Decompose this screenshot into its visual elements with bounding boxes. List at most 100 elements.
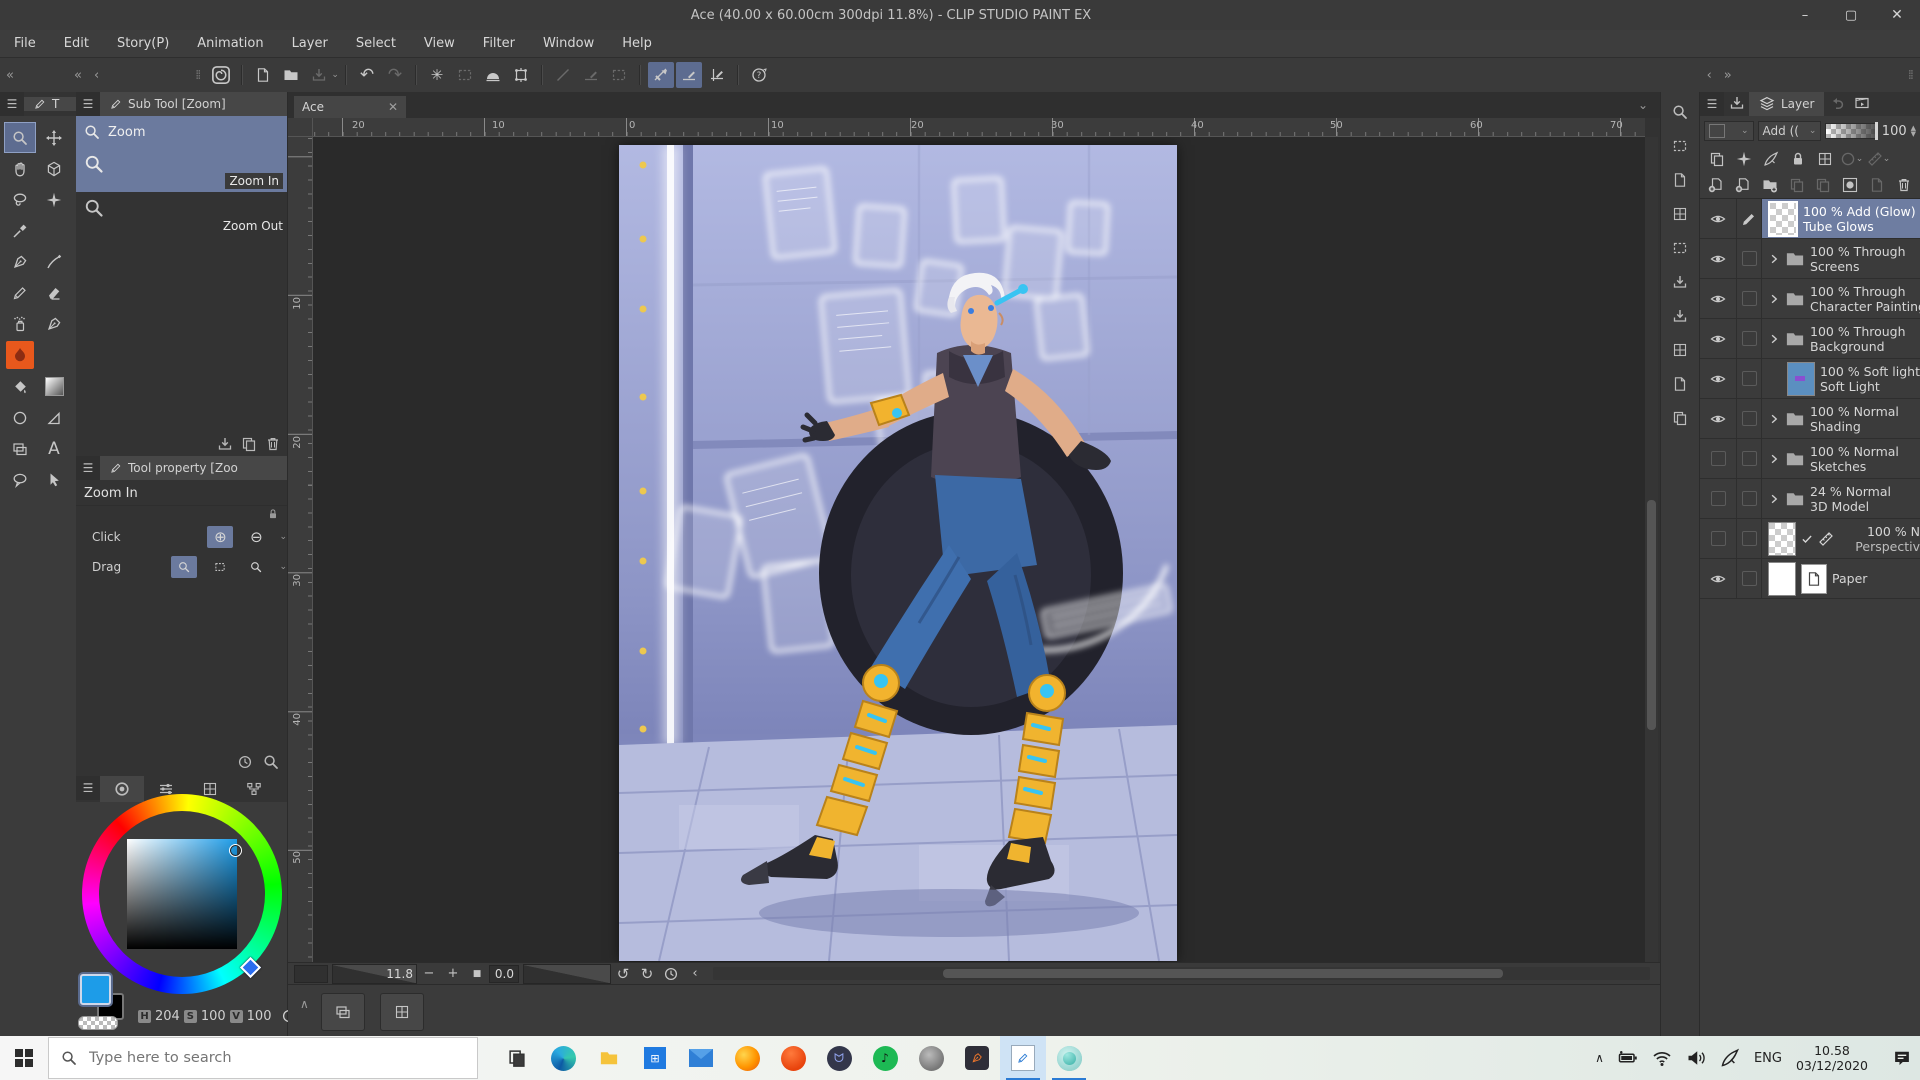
layer-panel-menu-icon[interactable]: ☰ [1700,92,1724,116]
undo-button[interactable]: ↶ [354,62,380,88]
folder-expand-icon[interactable] [1768,413,1780,425]
animation-icon[interactable] [1849,92,1874,114]
frame-border-tool[interactable] [4,433,36,464]
history-palette-icon[interactable] [1670,238,1690,258]
layer-row-tube-glows[interactable]: 100 % Add (Glow)Tube Glows [1700,199,1920,239]
search-input[interactable] [87,1049,421,1067]
snap-to-special-ruler-button[interactable] [676,62,702,88]
start-button[interactable] [0,1036,48,1080]
rotate-slider[interactable] [523,964,611,984]
transform-button[interactable] [508,62,534,88]
folder-expand-icon[interactable] [1768,293,1780,305]
layer-undo-icon[interactable] [1824,92,1849,114]
delete-button[interactable]: ✳ [424,62,450,88]
pen-tool[interactable] [4,246,36,277]
strip-collapse-icon[interactable]: ∧ [300,997,309,1011]
layer-visibility-toggle[interactable] [1700,239,1737,278]
mail-icon[interactable] [678,1036,724,1080]
zoom-in-mode-button[interactable]: ⊕ [207,526,233,548]
canvas-horizontal-scrollbar[interactable] [713,967,1650,980]
taskbar-search[interactable] [48,1037,478,1079]
clip-studio-paint-active-icon[interactable] [1000,1036,1046,1080]
sub-tool-item-zoom-in[interactable]: Zoom In [76,148,287,192]
menu-animation[interactable]: Animation [197,36,263,51]
layer-search-icon[interactable] [1724,92,1749,114]
panel-back-icon[interactable]: ‹ [88,68,105,83]
transparent-color-swatch[interactable] [78,1016,118,1030]
hand-tool[interactable] [4,153,36,184]
rotate-right-icon[interactable]: ↻ [635,965,659,983]
lock-icon[interactable] [267,508,279,520]
microsoft-store-icon[interactable]: ⊞ [632,1036,678,1080]
color-wheel-tab[interactable] [100,776,144,802]
merge-down-icon[interactable] [1811,174,1836,196]
color-set-palette-icon[interactable] [1670,340,1690,360]
lock-transparent-pixels-icon[interactable] [1812,148,1837,170]
pen-settings-icon[interactable] [1720,1048,1740,1068]
color-panel-menu-icon[interactable]: ☰ [76,776,100,800]
toolbar-drag-handle[interactable]: ⁞⁞ [195,68,199,83]
reset-rotation-icon[interactable] [659,965,683,983]
canvas-vertical-scrollbar[interactable] [1645,137,1658,962]
eyedropper-tool[interactable] [4,215,36,246]
polyline-tool[interactable] [38,402,70,433]
layer-checkbox[interactable] [1737,479,1762,518]
brave-icon[interactable] [770,1036,816,1080]
foreground-color-swatch[interactable] [80,974,111,1005]
folder-expand-icon[interactable] [1768,253,1780,265]
folder-expand-icon[interactable] [1768,333,1780,345]
drag-zoom-button[interactable] [171,556,197,578]
menu-story[interactable]: Story(P) [117,36,169,51]
tool-property-menu-icon[interactable]: ☰ [76,456,100,480]
grid-settings-button[interactable] [380,993,424,1031]
import-sub-tool-icon[interactable] [217,436,233,452]
clip-studio-app-icon[interactable] [954,1036,1000,1080]
color-mixing-tab[interactable] [232,776,276,802]
layer-visibility-toggle[interactable] [1700,319,1737,358]
download-palette-icon[interactable] [1670,306,1690,326]
menu-edit[interactable]: Edit [64,36,89,51]
layer-visibility-toggle[interactable] [1700,399,1737,438]
layer-row-screens[interactable]: 100 % ThroughScreens [1700,239,1920,279]
navigator-palette-icon[interactable] [1670,136,1690,156]
deselect-button[interactable] [452,62,478,88]
layer-thumbnail[interactable] [1787,362,1815,396]
layer-tab[interactable]: Layer [1749,92,1824,116]
workspace-layout-button[interactable] [321,993,365,1031]
ruler-range-icon[interactable]: ⌄ [1866,148,1891,170]
layer-row-perspective[interactable]: 100 % NPerspectiv [1700,519,1920,559]
move-tool[interactable] [38,122,70,153]
transfer-down-icon[interactable] [1784,174,1809,196]
save-dropdown-icon[interactable]: ⌄ [331,70,339,80]
selection-marquee-button[interactable] [606,62,632,88]
zoom-tool[interactable] [4,122,36,153]
snap-to-ruler-button[interactable] [648,62,674,88]
sub-tool-tab[interactable]: Sub Tool [Zoom] [100,92,287,116]
zoom-out-mode-button[interactable]: ⊖ [243,526,269,548]
sub-view-palette-icon[interactable] [1670,170,1690,190]
layer-row-character-painting[interactable]: 100 % ThroughCharacter Painting [1700,279,1920,319]
canvas-artwork[interactable] [619,145,1177,961]
layer-row-paper[interactable]: Paper [1700,559,1920,599]
spotify-icon[interactable]: ♪ [862,1036,908,1080]
layer-checkbox[interactable] [1737,519,1762,558]
panel-collapse-icon[interactable]: « [68,68,88,83]
menu-view[interactable]: View [424,36,455,51]
eraser-tool[interactable] [38,277,70,308]
layer-row-shading[interactable]: 100 % NormalShading [1700,399,1920,439]
layer-checkbox[interactable] [1737,559,1762,598]
drag-marquee-zoom-button[interactable] [207,556,233,578]
new-raster-layer-icon[interactable] [1704,174,1729,196]
lock-draw-icon[interactable] [1758,148,1783,170]
blend-preset-dropdown[interactable]: ⌄ [1704,121,1754,141]
apply-mask-icon[interactable] [1865,174,1890,196]
tool-panel-tab[interactable]: T [24,97,76,111]
saturation-value-square[interactable] [127,839,237,949]
dock-prev-icon[interactable]: ‹ [1701,68,1718,83]
copy-sub-tool-icon[interactable] [241,436,257,452]
invert-selection-button[interactable] [550,62,576,88]
clip-studio-logo-button[interactable] [208,62,234,88]
sub-tool-group-zoom[interactable]: Zoom [76,116,287,148]
reset-view-icon[interactable]: ‹ [683,965,707,983]
zoom-in-icon[interactable]: + [441,965,465,983]
